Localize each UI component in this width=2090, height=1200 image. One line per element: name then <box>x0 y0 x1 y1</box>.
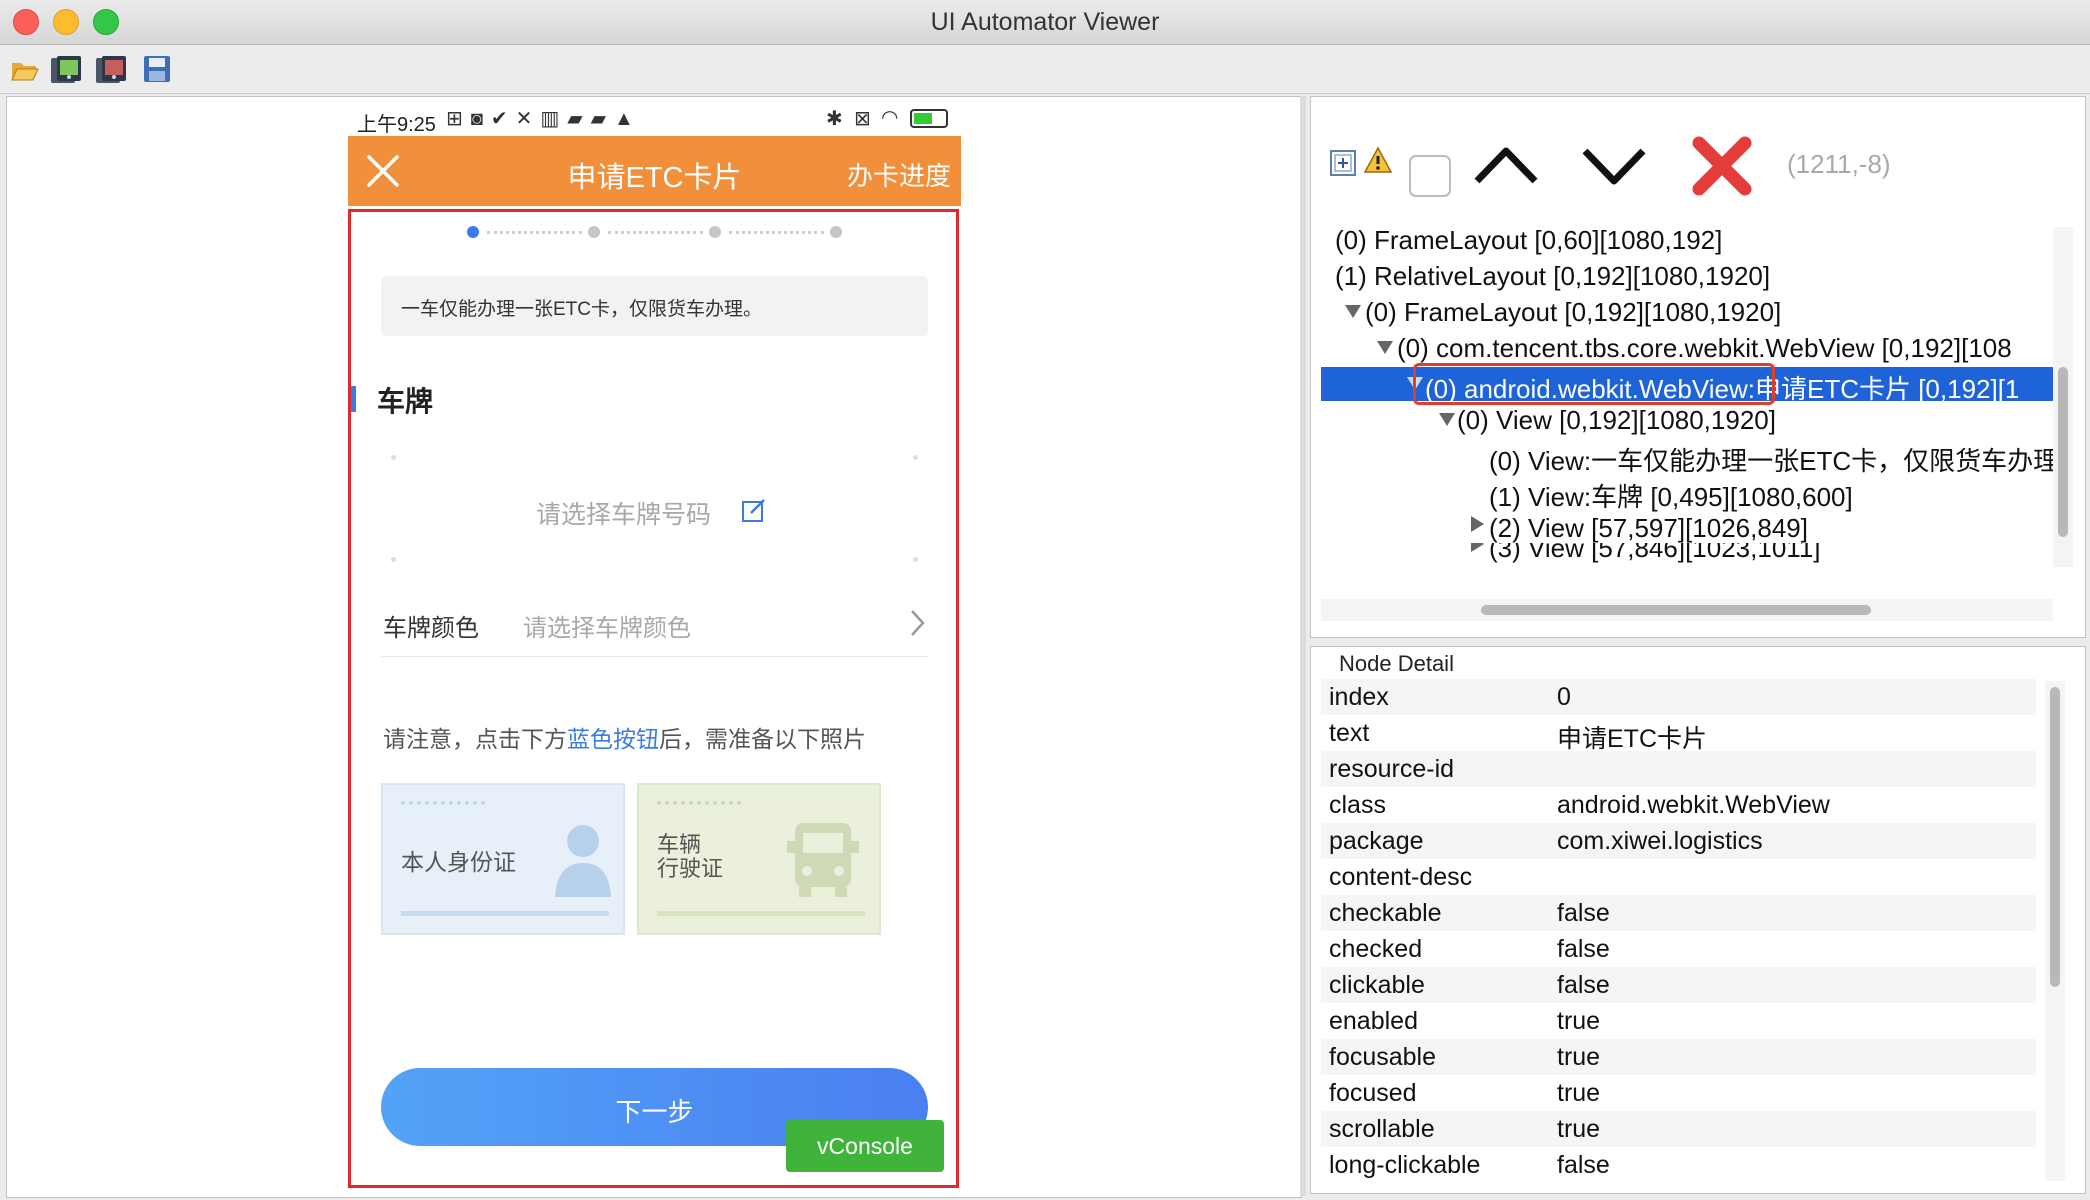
tree-horizontal-scroll-thumb[interactable] <box>1481 605 1871 615</box>
panel-splitter[interactable] <box>1300 96 1306 1196</box>
detail-row[interactable]: checkable false <box>1321 895 2036 931</box>
detail-row[interactable]: enabled true <box>1321 1003 2036 1039</box>
detail-row[interactable]: checked false <box>1321 931 2036 967</box>
next-node-icon[interactable] <box>1579 143 1649 194</box>
tree-node[interactable]: (0) View:一车仅能办理一张ETC卡，仅限货车办理 <box>1489 441 2059 478</box>
detail-row[interactable]: focusable true <box>1321 1039 2036 1075</box>
battery-icon <box>910 109 948 128</box>
clear-icon[interactable] <box>1689 133 1755 204</box>
tree-horizontal-scrollbar[interactable] <box>1321 599 2053 621</box>
detail-key: text <box>1329 719 1370 747</box>
detail-row[interactable]: clickable false <box>1321 967 2036 1003</box>
selected-node-highlight <box>348 209 959 1188</box>
device-screenshot-icon[interactable] <box>50 55 81 83</box>
detail-key: package <box>1329 827 1424 855</box>
detail-value: false <box>1557 899 1610 927</box>
open-folder-icon[interactable] <box>10 55 40 83</box>
detail-row[interactable]: focused true <box>1321 1075 2036 1111</box>
node-detail-title: Node Detail <box>1339 651 1454 676</box>
device-status-bar: 上午9:25 ⊞◙✔✕▥▰▰▲ ✱ ⊠ ◠ <box>348 100 961 136</box>
collapsed-triangle-icon[interactable] <box>1471 516 1485 537</box>
hierarchy-tree[interactable]: (0) FrameLayout [0,60][1080,192] (1) Rel… <box>1321 223 2061 543</box>
app-header: 申请ETC卡片 办卡进度 <box>348 136 961 206</box>
expanded-triangle-icon[interactable] <box>1439 413 1455 432</box>
node-detail-section: Node Detail index 0 text 申请ETC卡片 resource-… <box>1310 646 2086 1194</box>
detail-value: 申请ETC卡片 <box>1557 725 1708 753</box>
detail-vertical-scrollbar[interactable] <box>2045 681 2065 1181</box>
tree-vertical-scrollbar[interactable] <box>2053 227 2073 567</box>
detail-key: resource-id <box>1329 755 1455 783</box>
expand-all-icon[interactable] <box>1329 149 1357 182</box>
tree-node[interactable]: (0) com.tencent.tbs.core.webkit.WebView … <box>1397 333 2012 364</box>
notification-icons: ⊞◙✔✕▥▰▰▲ <box>446 108 642 130</box>
detail-key: focused <box>1329 1079 1417 1107</box>
detail-value: 0 <box>1557 683 1571 711</box>
detail-vertical-scroll-thumb[interactable] <box>2050 687 2060 987</box>
detail-key: checked <box>1329 935 1423 963</box>
previous-node-icon[interactable] <box>1471 143 1541 194</box>
save-icon[interactable] <box>143 55 173 83</box>
card-progress-link[interactable]: 办卡进度 <box>847 156 951 193</box>
show-nodes-checkbox[interactable] <box>1409 155 1451 197</box>
tree-node[interactable]: (1) RelativeLayout [0,192][1080,1920] <box>1335 261 1770 292</box>
detail-row[interactable]: long-clickable false <box>1321 1147 2036 1183</box>
expanded-triangle-icon[interactable] <box>1345 305 1361 324</box>
bluetooth-icon: ✱ <box>826 108 849 130</box>
detail-key: scrollable <box>1329 1115 1435 1143</box>
detail-key: clickable <box>1329 971 1425 999</box>
window-title: UI Automator Viewer <box>930 8 1160 36</box>
detail-row[interactable]: text 申请ETC卡片 <box>1321 715 2036 753</box>
hierarchy-section: (1211,-8) (0) FrameLayout [0,60][1080,19… <box>1310 96 2086 638</box>
tree-node[interactable]: (3) View [57,846][1023,1011] <box>1489 543 1821 564</box>
collapsed-triangle-icon[interactable] <box>1471 543 1485 557</box>
detail-value: true <box>1557 1115 1601 1143</box>
detail-row[interactable]: resource-id <box>1321 751 2036 787</box>
detail-value: true <box>1557 1043 1601 1071</box>
detail-row[interactable]: index 0 <box>1321 679 2036 715</box>
tree-node[interactable]: (0) View [0,192][1080,1920] <box>1457 405 1776 436</box>
tree-node[interactable]: (0) FrameLayout [0,192][1080,1920] <box>1365 297 1781 328</box>
detail-value: true <box>1557 1079 1601 1107</box>
tree-node[interactable]: (2) View [57,597][1026,849] <box>1489 513 1808 543</box>
tree-vertical-scroll-thumb[interactable] <box>2058 367 2068 537</box>
detail-key: content-desc <box>1329 863 1473 891</box>
detail-row[interactable]: class android.webkit.WebView <box>1321 787 2036 823</box>
tree-node[interactable]: (0) FrameLayout [0,60][1080,192] <box>1335 225 1722 256</box>
detail-value: android.webkit.WebView <box>1557 791 1830 819</box>
detail-key: class <box>1329 791 1386 819</box>
detail-key: enabled <box>1329 1007 1418 1035</box>
detail-key: checkable <box>1329 899 1442 927</box>
detail-key: index <box>1329 683 1389 711</box>
toolbar <box>0 45 2090 94</box>
detail-row[interactable]: content-desc <box>1321 859 2036 895</box>
selected-node-annotation <box>1413 363 1775 405</box>
detail-key: focusable <box>1329 1043 1437 1071</box>
detail-value: false <box>1557 1151 1610 1179</box>
detail-value: false <box>1557 971 1610 999</box>
signal-icon: ⊠ <box>854 108 871 130</box>
inspector-panel: (1211,-8) (0) FrameLayout [0,60][1080,19… <box>1310 96 2086 1196</box>
warning-icon[interactable] <box>1363 145 1393 180</box>
pointer-coordinates: (1211,-8) <box>1787 149 1891 179</box>
wifi-icon: ◠ <box>881 107 899 129</box>
device-screenshot-compressed-icon[interactable] <box>95 55 126 83</box>
detail-value: false <box>1557 935 1610 963</box>
detail-key: long-clickable <box>1329 1151 1481 1179</box>
expanded-triangle-icon[interactable] <box>1377 341 1393 360</box>
detail-row[interactable]: scrollable true <box>1321 1111 2036 1147</box>
detail-row[interactable]: package com.xiwei.logistics <box>1321 823 2036 859</box>
node-detail-table[interactable]: index 0 text 申请ETC卡片 resource-id class andr… <box>1321 679 2036 1184</box>
detail-value: com.xiwei.logistics <box>1557 827 1763 855</box>
hierarchy-tree-continued[interactable]: (3) View [57,846][1023,1011] <box>1321 543 2061 583</box>
status-time: 上午9:25 <box>357 114 436 136</box>
window-title-bar: UI Automator Viewer <box>0 0 2090 45</box>
detail-value: true <box>1557 1007 1601 1035</box>
tree-node[interactable]: (1) View:车牌 [0,495][1080,600] <box>1489 477 1853 514</box>
